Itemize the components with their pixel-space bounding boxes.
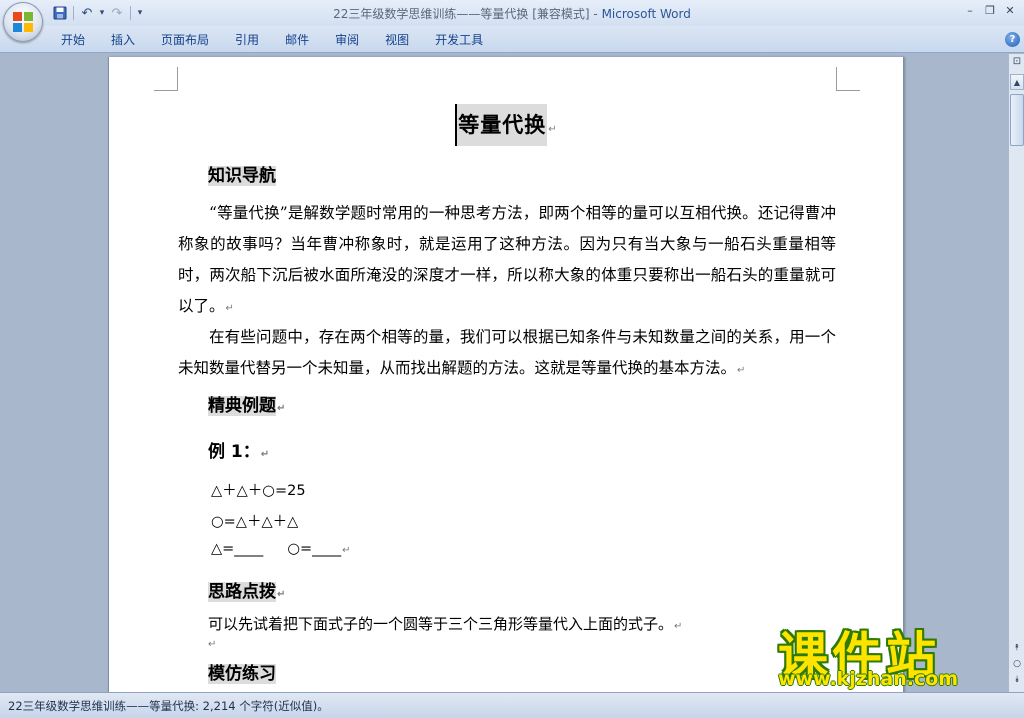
empty-paragraph-mark: ↵ — [208, 639, 217, 650]
window-title: 22三年级数学思维训练——等量代换 [兼容模式] - Microsoft Wor… — [0, 5, 1024, 22]
title-bar: ↶ ▾ ↷ ▾ 22三年级数学思维训练——等量代换 [兼容模式] - Micro… — [0, 0, 1024, 26]
heading-examples-text: 精典例题 — [208, 396, 276, 416]
tab-page-layout[interactable]: 页面布局 — [148, 31, 222, 49]
document-title: 22三年级数学思维训练——等量代换 [兼容模式] — [333, 7, 590, 21]
tab-view[interactable]: 视图 — [372, 31, 422, 49]
scroll-thumb[interactable] — [1010, 94, 1024, 146]
ribbon-tabs: 开始 插入 页面布局 引用 邮件 审阅 视图 开发工具 — [48, 31, 496, 49]
browse-buttons: ⯭ ○ ⯯ — [1010, 640, 1024, 688]
answer-blank-triangle: △=____ — [211, 541, 264, 557]
hint-paragraph[interactable]: 可以先试着把下面式子的一个圆等于三个三角形等量代入上面的式子。↵ — [208, 613, 682, 634]
office-logo-icon — [13, 12, 33, 32]
paragraph-mark: ↵ — [342, 545, 351, 556]
paragraph-mark: ↵ — [737, 365, 746, 376]
heading-hint-text: 思路点拨 — [208, 582, 276, 602]
crop-mark-top-left — [154, 67, 178, 91]
doc-title-text: 等量代换 — [455, 104, 548, 146]
heading-knowledge-text: 知识导航 — [208, 166, 276, 186]
paragraph-intro[interactable]: “等量代换”是解数学题时常用的一种思考方法，即两个相等的量可以互相代换。还记得曹… — [178, 198, 836, 324]
help-button[interactable]: ? — [1005, 32, 1020, 47]
document-workspace[interactable]: 等量代换 ↵ 知识导航 “等量代换”是解数学题时常用的一种思考方法，即两个相等的量… — [0, 54, 1008, 692]
previous-page-button[interactable]: ⯭ — [1010, 640, 1024, 656]
heading-practice[interactable]: 模仿练习 — [206, 657, 278, 691]
example-1-label[interactable]: 例 1：↵ — [208, 437, 269, 462]
ribbon-tab-bar: 开始 插入 页面布局 引用 邮件 审阅 视图 开发工具 ? — [0, 26, 1024, 53]
tab-review[interactable]: 审阅 — [322, 31, 372, 49]
select-browse-object-button[interactable]: ○ — [1010, 656, 1024, 672]
paragraph-method[interactable]: 在有些问题中，存在两个相等的量，我们可以根据已知条件与未知数量之间的关系，用一个… — [178, 322, 836, 386]
next-page-button[interactable]: ⯯ — [1010, 672, 1024, 688]
paragraph-mark: ↵ — [277, 589, 286, 600]
heading-knowledge[interactable]: 知识导航 — [206, 159, 278, 193]
heading-practice-text: 模仿练习 — [208, 664, 276, 684]
crop-mark-top-right — [836, 67, 860, 91]
paragraph-mark: ↵ — [277, 403, 286, 414]
heading-examples[interactable]: 精典例题↵ — [206, 389, 287, 426]
document-page[interactable]: 等量代换 ↵ 知识导航 “等量代换”是解数学题时常用的一种思考方法，即两个相等的量… — [108, 57, 904, 692]
tab-references[interactable]: 引用 — [222, 31, 272, 49]
tab-developer[interactable]: 开发工具 — [422, 31, 496, 49]
heading-hint[interactable]: 思路点拨↵ — [206, 575, 287, 612]
status-bar: 22三年级数学思维训练——等量代换: 2,214 个字符(近似值)。 — [0, 692, 1024, 718]
tab-insert[interactable]: 插入 — [98, 31, 148, 49]
application-name: Microsoft Word — [601, 7, 691, 21]
title-separator: - — [589, 7, 602, 21]
doc-title[interactable]: 等量代换 ↵ — [109, 104, 903, 146]
equation-3[interactable]: △=____ ○=____↵ — [211, 541, 351, 557]
paragraph-mark: ↵ — [548, 124, 557, 135]
close-button[interactable]: ✕ — [1000, 2, 1020, 18]
tab-mailings[interactable]: 邮件 — [272, 31, 322, 49]
equation-2[interactable]: ○=△＋△＋△ — [211, 510, 298, 531]
minimize-button[interactable]: – — [960, 2, 980, 18]
paragraph-mark: ↵ — [225, 303, 234, 314]
watermark-url: www.kjzhan.com — [778, 668, 959, 690]
tab-home[interactable]: 开始 — [48, 31, 98, 49]
equation-1[interactable]: △＋△＋○=25 — [211, 479, 306, 500]
window-controls: – ❐ ✕ — [960, 2, 1020, 18]
office-button[interactable] — [3, 2, 43, 42]
paragraph-intro-text: “等量代换”是解数学题时常用的一种思考方法，即两个相等的量可以互相代换。还记得曹… — [178, 204, 836, 315]
view-ruler-button[interactable]: ⊡ — [1010, 56, 1024, 70]
vertical-scrollbar[interactable]: ⊡ ▲ ⯭ ○ ⯯ — [1008, 54, 1024, 692]
paragraph-mark: ↵ — [674, 621, 683, 632]
scroll-up-button[interactable]: ▲ — [1010, 74, 1024, 90]
restore-button[interactable]: ❐ — [980, 2, 1000, 18]
watermark-logo: 课件站 www.kjzhan.com — [770, 616, 1010, 692]
status-word-count[interactable]: 22三年级数学思维训练——等量代换: 2,214 个字符(近似值)。 — [8, 698, 329, 714]
paragraph-mark: ↵ — [260, 449, 270, 460]
answer-blank-circle: ○=____ — [287, 541, 342, 557]
